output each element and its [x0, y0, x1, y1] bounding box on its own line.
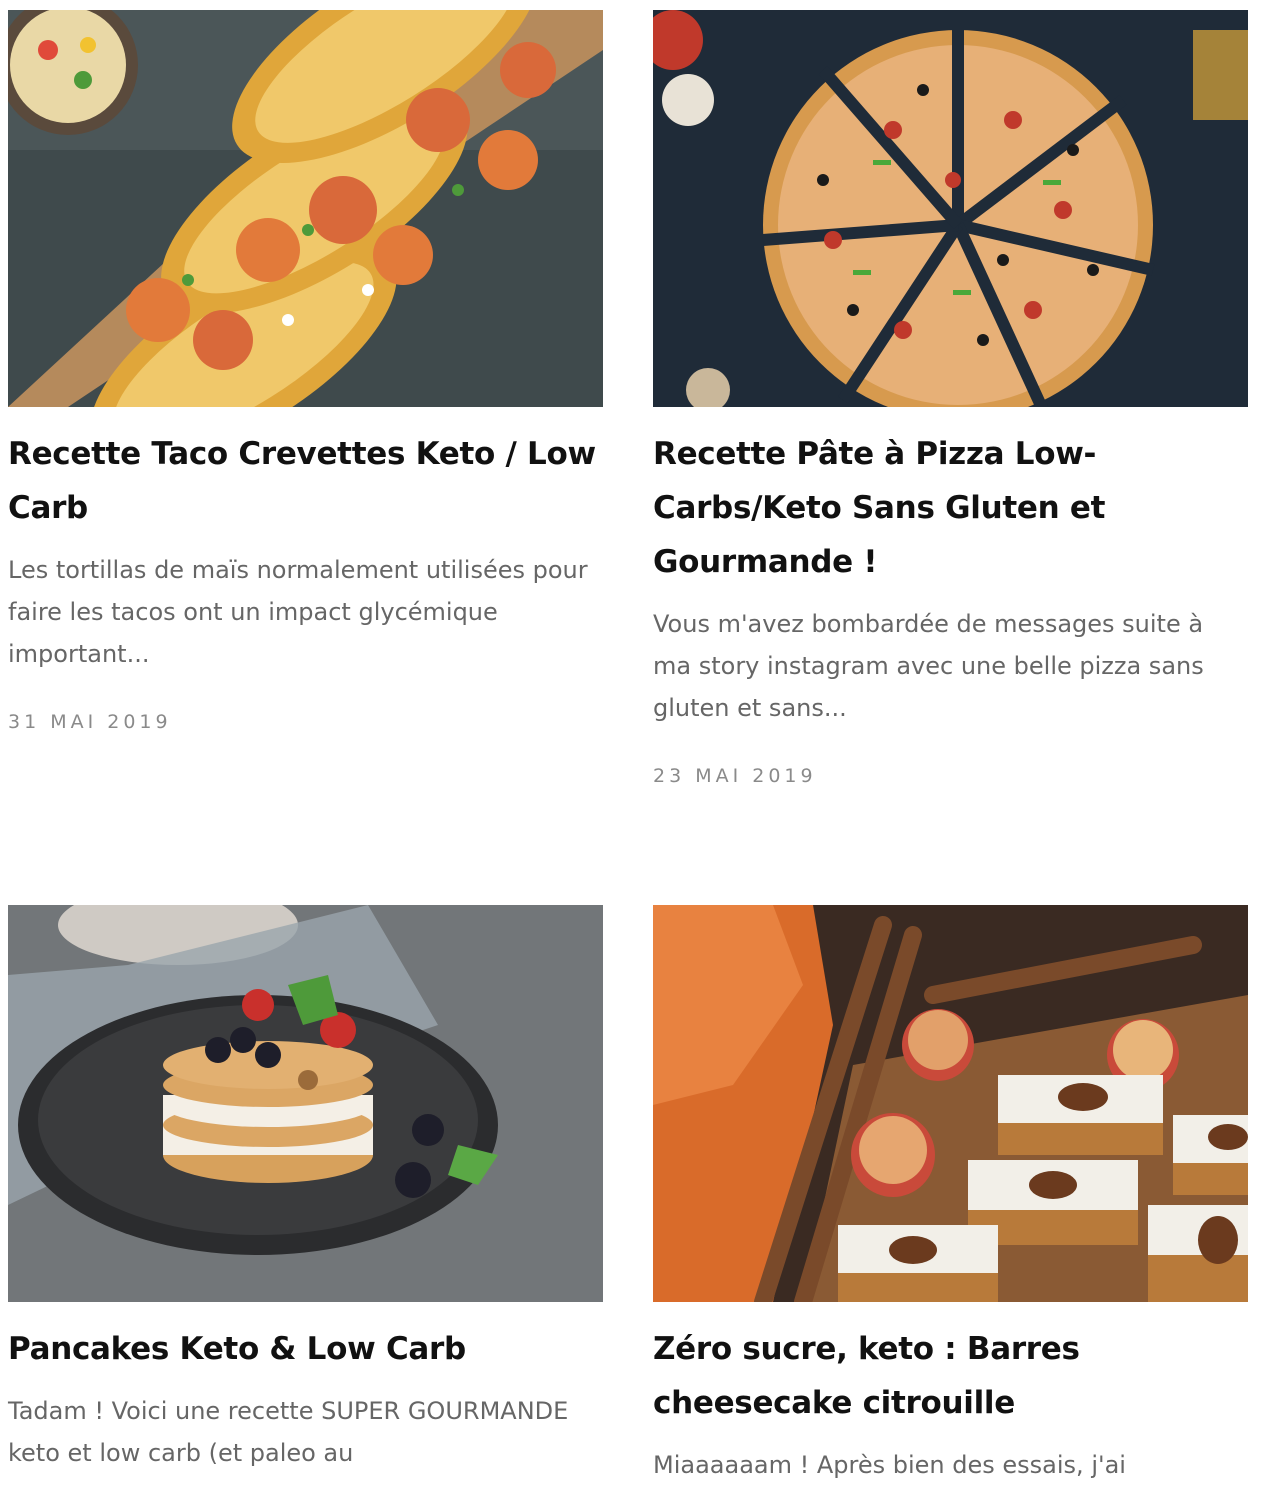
post-card: Recette Taco Crevettes Keto / Low Carb L… — [8, 10, 603, 905]
sliced-pizza-image — [653, 10, 1248, 407]
post-excerpt: Les tortillas de maïs normalement utilis… — [8, 556, 588, 668]
post-title[interactable]: Recette Taco Crevettes Keto / Low Carb — [8, 407, 603, 535]
post-thumbnail-link[interactable] — [8, 905, 603, 1302]
post-grid: Recette Taco Crevettes Keto / Low Carb L… — [8, 10, 1248, 1486]
post-excerpt: Vous m'avez bombardée de messages suite … — [653, 610, 1204, 722]
post-title[interactable]: Pancakes Keto & Low Carb — [8, 1302, 603, 1376]
post-date: 23 MAI 2019 — [653, 765, 817, 787]
post-excerpt: Miaaaaaam ! Après bien des essais, j'ai — [653, 1451, 1126, 1479]
post-title[interactable]: Zéro sucre, keto : Barres cheesecake cit… — [653, 1302, 1248, 1430]
post-thumbnail-link[interactable] — [653, 10, 1248, 407]
post-card: Zéro sucre, keto : Barres cheesecake cit… — [653, 905, 1248, 1486]
post-title[interactable]: Recette Pâte à Pizza Low-Carbs/Keto Sans… — [653, 407, 1248, 589]
post-card: Recette Pâte à Pizza Low-Carbs/Keto Sans… — [653, 10, 1248, 905]
post-thumbnail-link[interactable] — [8, 10, 603, 407]
post-date: 31 MAI 2019 — [8, 711, 172, 733]
pumpkin-cheesecake-bars-image — [653, 905, 1248, 1302]
post-card: Pancakes Keto & Low Carb Tadam ! Voici u… — [8, 905, 603, 1486]
post-excerpt: Tadam ! Voici une recette SUPER GOURMAND… — [8, 1397, 569, 1467]
post-thumbnail-link[interactable] — [653, 905, 1248, 1302]
shrimp-tacos-image — [8, 10, 603, 407]
pancake-stack-image — [8, 905, 603, 1302]
